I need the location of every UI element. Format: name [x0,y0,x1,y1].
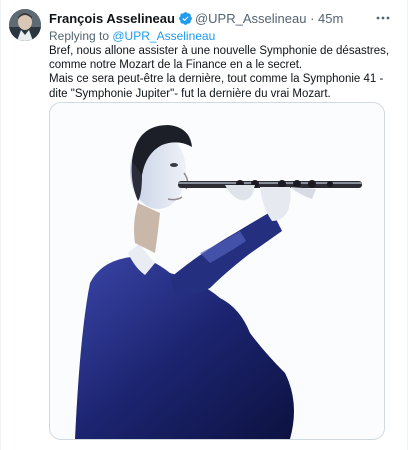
author-name[interactable]: François Asselineau [49,11,175,26]
avatar-image [9,9,41,41]
reply-handle-link[interactable]: @UPR_Asselineau [112,29,215,43]
reply-prefix: Replying to [49,29,113,43]
flutist-illustration [50,103,384,439]
tweet-text-line: Bref, nous allone assister à une nouvell… [49,45,390,72]
tweet[interactable]: François Asselineau @UPR_Asselineau · 45m… [0,0,408,450]
author-handle[interactable]: @UPR_Asselineau [195,11,306,26]
timestamp[interactable]: 45m [318,11,343,26]
verified-badge-icon [178,11,193,26]
more-options-icon[interactable] [375,10,391,26]
avatar[interactable] [9,9,41,41]
tweet-header: François Asselineau @UPR_Asselineau · 45m [49,10,377,28]
tweet-text-line: Mais ce sera peut-être la dernière, tout… [49,73,384,100]
tweet-text: Bref, nous allone assister à une nouvell… [49,44,399,101]
separator-dot: · [310,11,315,26]
reply-context: Replying to @UPR_Asselineau [49,28,215,44]
tweet-media-image[interactable] [49,102,385,440]
